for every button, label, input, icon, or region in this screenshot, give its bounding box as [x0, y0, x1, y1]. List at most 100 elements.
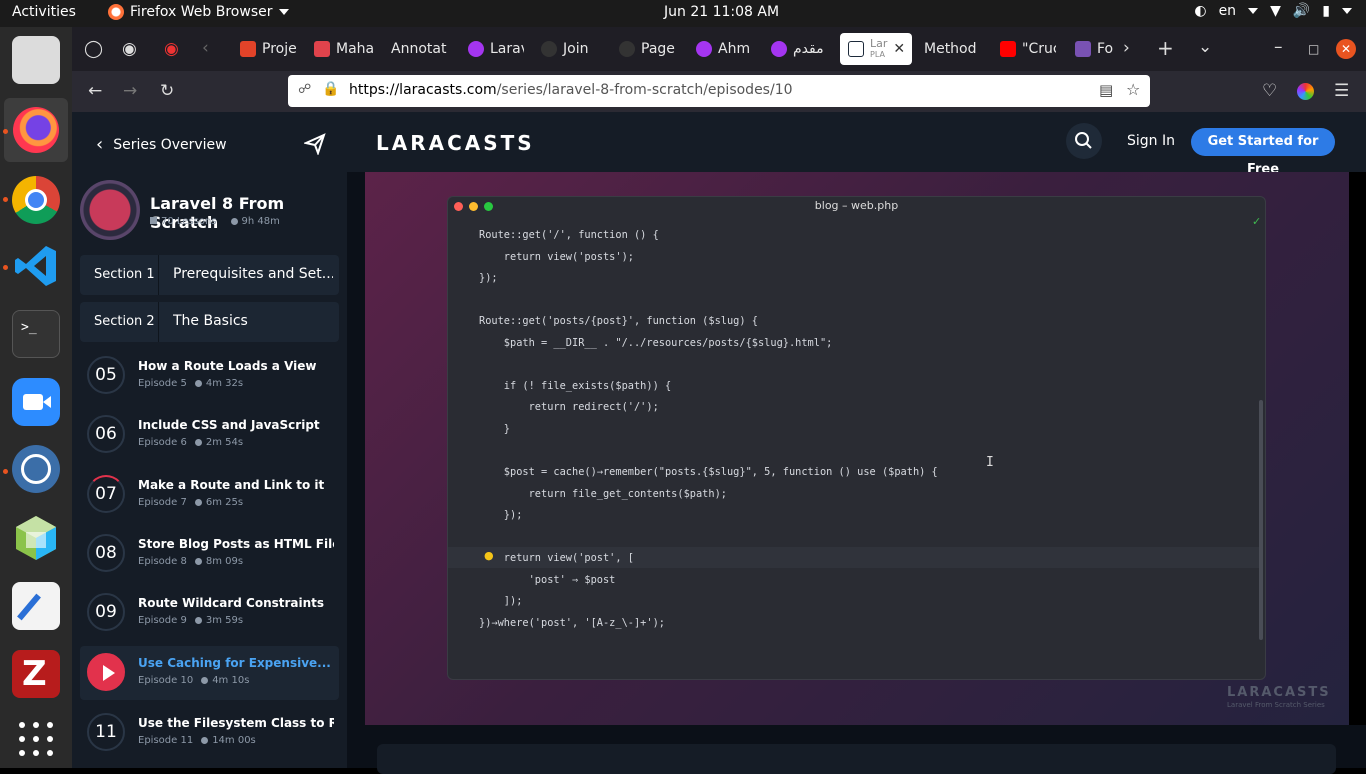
udemy-icon [468, 41, 484, 57]
editor-scrollbar [1259, 400, 1263, 640]
volume-icon[interactable]: 🔊 [1293, 3, 1310, 19]
sign-in-link[interactable]: Sign In [1127, 133, 1175, 149]
extension-icon[interactable]: ◉ [122, 39, 137, 59]
tab-3[interactable]: Annotat [391, 33, 451, 65]
minimize-icon[interactable]: – [1274, 37, 1283, 57]
reader-view-icon[interactable]: ▤ [1099, 81, 1113, 99]
search-button[interactable] [1066, 123, 1102, 159]
time-tracker-icon[interactable] [12, 445, 60, 493]
tab-1[interactable]: Proje [240, 33, 312, 65]
scroll-tabs-left-icon[interactable]: ‹ [202, 38, 209, 58]
tab-6[interactable]: Page [619, 33, 681, 65]
video-player[interactable]: blog – web.php ✓ ● Route::get('/', funct… [365, 172, 1349, 725]
container-icon[interactable]: ◯ [84, 39, 103, 59]
shield-icon[interactable]: ☍ [298, 82, 311, 97]
maximize-icon[interactable]: □ [1308, 39, 1319, 59]
clock-icon [201, 736, 209, 744]
new-tab-icon[interactable]: + [1157, 38, 1174, 58]
app-menu[interactable]: Firefox Web Browser [108, 4, 289, 20]
close-window-icon[interactable]: ✕ [1336, 39, 1356, 59]
back-icon[interactable]: ← [88, 81, 102, 101]
tab-4[interactable]: Larav [468, 33, 524, 65]
tab-active-laracasts[interactable]: Lar PLA ✕ [840, 33, 912, 65]
series-duration: 9h 48m [230, 216, 280, 227]
episode-item[interactable]: 11 Use the Filesystem Class to Read ... … [80, 706, 339, 760]
running-indicator [3, 469, 8, 474]
bootstrap-icon [1075, 41, 1091, 57]
virtualbox-icon[interactable] [12, 514, 60, 562]
battery-icon[interactable]: ▮ [1322, 3, 1330, 19]
site-header: LARACASTS Sign In Get Started for Free [347, 112, 1366, 177]
tab-5[interactable]: Join [541, 33, 603, 65]
tab-10[interactable]: Method [924, 33, 984, 65]
bookmark-star-icon[interactable]: ☆ [1126, 80, 1140, 99]
episode-item[interactable]: 09 Route Wildcard Constraints Episode 93… [80, 586, 339, 640]
activities-button[interactable]: Activities [12, 4, 76, 20]
apps-grid-icon[interactable] [12, 715, 60, 763]
lessons-count: 70 Lessons [150, 216, 217, 227]
episode-sidebar: ‹ Series Overview Laravel 8 From Scratch… [72, 112, 347, 768]
forward-icon[interactable]: → [123, 81, 137, 101]
chrome-icon[interactable] [12, 176, 60, 224]
pocket-icon[interactable]: ♡ [1262, 81, 1277, 101]
vscode-icon[interactable] [12, 242, 60, 290]
episode-item[interactable]: 05 How a Route Loads a View Episode 5 4m … [80, 349, 339, 403]
accessibility-icon[interactable]: ◐ [1194, 3, 1206, 19]
laracasts-logo[interactable]: LARACASTS [376, 131, 535, 155]
get-started-button[interactable]: Get Started for Free [1191, 128, 1335, 177]
series-overview-link[interactable]: ‹ Series Overview [96, 134, 227, 155]
files-icon[interactable] [12, 36, 60, 84]
tab-11[interactable]: "Cruc [1000, 33, 1056, 65]
video-watermark: LARACASTS [1227, 685, 1331, 700]
clock[interactable]: Jun 21 11:08 AM [664, 4, 779, 20]
scroll-tabs-right-icon[interactable]: › [1123, 38, 1130, 58]
mahara-icon [314, 41, 330, 57]
url-text[interactable]: https://laracasts.com/series/laravel-8-f… [349, 82, 793, 98]
menu-icon[interactable]: ☰ [1334, 81, 1349, 101]
recording-icon[interactable]: ◉ [164, 39, 179, 59]
clock-icon [201, 676, 209, 684]
color-picker-extension-icon[interactable] [1297, 83, 1314, 100]
language-indicator[interactable]: en [1219, 3, 1237, 19]
lock-icon[interactable]: 🔒 [322, 81, 339, 97]
section-row-1[interactable]: Section 1 Prerequisites and Set... [80, 255, 339, 295]
clock-icon [194, 498, 202, 506]
tab-8[interactable]: مقدم [771, 33, 831, 65]
reload-icon[interactable]: ↻ [160, 81, 174, 101]
play-icon [87, 653, 125, 691]
tab-12[interactable]: Fo [1075, 33, 1115, 65]
firefox-icon [108, 4, 124, 20]
terminal-icon[interactable]: >_ [12, 310, 60, 358]
tab-7[interactable]: Ahm [696, 33, 754, 65]
episode-item[interactable]: 06 Include CSS and JavaScript Episode 62… [80, 408, 339, 462]
running-indicator [3, 197, 8, 202]
filezilla-icon[interactable]: Z [12, 650, 60, 698]
github-icon [541, 41, 557, 57]
laravel-badge-icon [80, 180, 140, 240]
tab-strip: ◯ ◉ ◉ ‹ Proje Maha Annotat Larav Join Pa… [72, 27, 1366, 71]
firefox-icon [13, 107, 59, 153]
series-badge [80, 180, 140, 240]
clock-icon [194, 379, 202, 387]
laracasts-icon [848, 41, 864, 57]
episode-item-current[interactable]: Use Caching for Expensive... Episode 10 4… [80, 646, 339, 700]
text-cursor-icon: I [986, 455, 994, 470]
system-tray[interactable]: ◐ en ▼ 🔊 ▮ [1194, 3, 1352, 19]
close-tab-icon[interactable]: ✕ [893, 41, 905, 57]
zoom-icon[interactable] [12, 378, 60, 426]
list-tabs-icon[interactable]: ⌄ [1198, 37, 1212, 57]
text-editor-icon[interactable] [12, 582, 60, 630]
wifi-icon[interactable]: ▼ [1270, 3, 1281, 19]
video-right-border [1349, 172, 1366, 725]
tab-2[interactable]: Maha [314, 33, 380, 65]
section-row-2[interactable]: Section 2 The Basics [80, 302, 339, 342]
firefox-dock-item[interactable] [4, 98, 68, 162]
episode-item[interactable]: 07 Make a Route and Link to it Episode 7… [80, 468, 339, 522]
url-bar[interactable]: ☍ 🔒 https://laracasts.com/series/laravel… [288, 75, 1150, 107]
app-menu-label: Firefox Web Browser [130, 4, 273, 20]
clock-icon [194, 438, 202, 446]
episode-item[interactable]: 08 Store Blog Posts as HTML Files Episod… [80, 527, 339, 581]
chevron-left-icon: ‹ [96, 134, 104, 155]
send-icon[interactable] [304, 133, 326, 155]
clock-icon [194, 616, 202, 624]
